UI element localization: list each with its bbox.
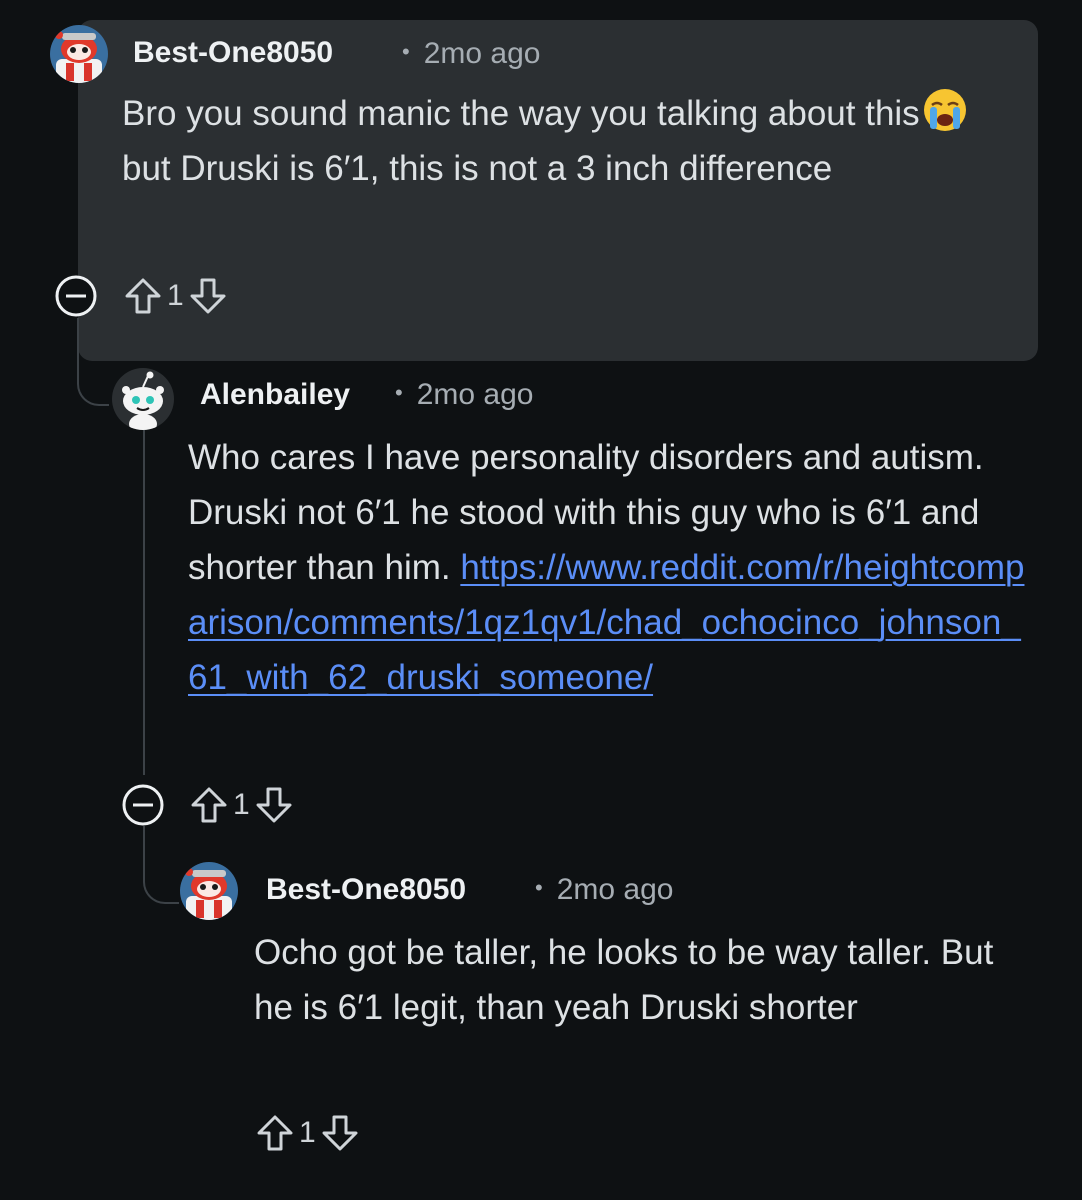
comment-body: Bro you sound manic the way you talking … xyxy=(122,86,1002,196)
avatar[interactable] xyxy=(180,862,238,920)
downvote-arrow-icon xyxy=(190,278,226,314)
thread-connector xyxy=(143,838,179,904)
upvote-arrow-icon xyxy=(191,787,227,823)
comment-timestamp: 2mo ago xyxy=(423,37,541,70)
downvote-button[interactable] xyxy=(318,1111,362,1155)
upvote-button[interactable] xyxy=(121,274,165,318)
snoo-avatar-icon xyxy=(112,368,174,430)
meta-separator: • xyxy=(395,380,403,405)
upvote-button[interactable] xyxy=(187,783,231,827)
vote-bar: 1 xyxy=(187,783,296,827)
snoo-avatar-icon xyxy=(50,25,108,83)
vote-bar: 1 xyxy=(253,1111,362,1155)
comment-timestamp: 2mo ago xyxy=(556,873,674,906)
vote-bar: 1 xyxy=(121,274,230,318)
vote-count: 1 xyxy=(299,1116,316,1149)
downvote-arrow-icon xyxy=(322,1115,358,1151)
collapse-button[interactable] xyxy=(54,274,98,318)
snoo-avatar-icon xyxy=(180,862,238,920)
comment-meta: • 2mo ago xyxy=(395,378,533,412)
comment-author[interactable]: Alenbailey xyxy=(200,378,350,412)
downvote-arrow-icon xyxy=(256,787,292,823)
upvote-button[interactable] xyxy=(253,1111,297,1155)
avatar[interactable] xyxy=(50,25,108,83)
comment-meta: • 2mo ago xyxy=(402,37,540,71)
collapse-button[interactable] xyxy=(121,783,165,827)
comment-meta: • 2mo ago xyxy=(535,873,673,907)
downvote-button[interactable] xyxy=(186,274,230,318)
upvote-arrow-icon xyxy=(257,1115,293,1151)
comment-timestamp: 2mo ago xyxy=(416,378,534,411)
collapse-minus-icon xyxy=(122,784,164,826)
comment-body: Who cares I have personality disorders a… xyxy=(188,438,1025,697)
collapse-minus-icon xyxy=(55,275,97,317)
vote-count: 1 xyxy=(233,788,250,821)
meta-separator: • xyxy=(535,875,543,900)
vote-count: 1 xyxy=(167,279,184,312)
thread-connector xyxy=(77,360,109,406)
comment-author[interactable]: Best-One8050 xyxy=(266,873,466,907)
downvote-button[interactable] xyxy=(252,783,296,827)
loudly-crying-face-icon xyxy=(922,87,968,133)
meta-separator: • xyxy=(402,39,410,64)
comment-author[interactable]: Best-One8050 xyxy=(133,36,333,70)
thread-line xyxy=(143,430,145,775)
comment-body: Ocho got be taller, he looks to be way t… xyxy=(254,933,994,1027)
avatar[interactable] xyxy=(112,368,174,430)
upvote-arrow-icon xyxy=(125,278,161,314)
